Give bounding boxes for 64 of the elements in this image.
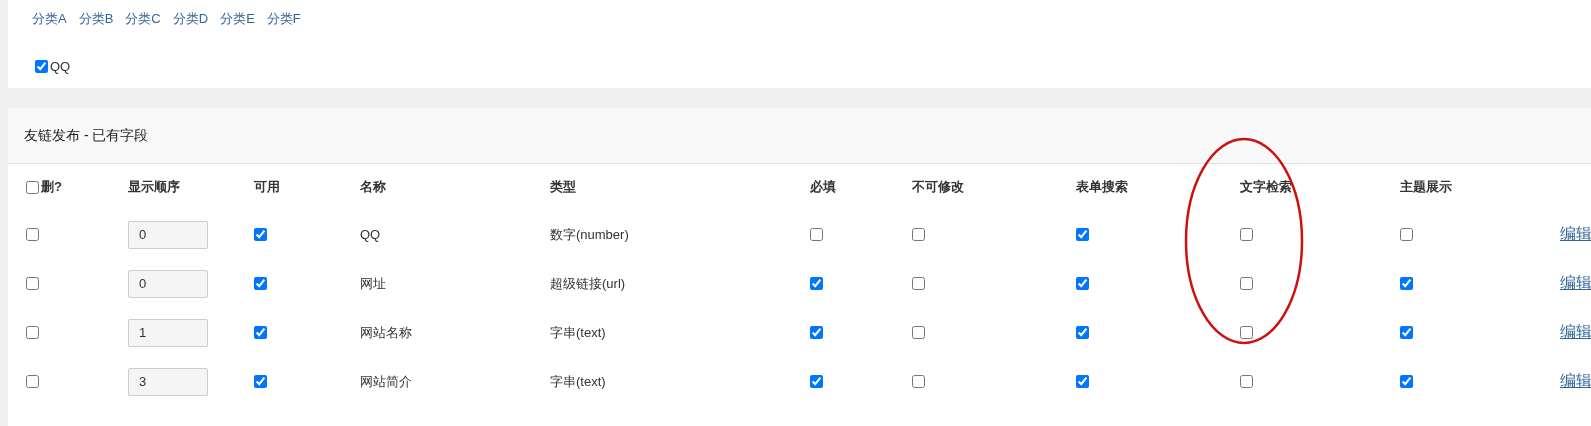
checkbox[interactable] <box>1076 326 1089 339</box>
table-cell: 字串(text) <box>550 308 810 357</box>
category-link[interactable]: 分类A <box>32 10 67 28</box>
table-cell: 网站名称 <box>360 308 550 357</box>
checkbox[interactable] <box>1240 375 1253 388</box>
column-header: 主题展示 <box>1400 179 1452 194</box>
table-cell: 超级链接(url) <box>550 259 810 308</box>
checkbox[interactable] <box>810 228 823 241</box>
checkbox[interactable] <box>1076 375 1089 388</box>
column-header: 表单搜索 <box>1076 179 1128 194</box>
checkbox-label: QQ <box>50 59 71 74</box>
edit-link[interactable]: 编辑 <box>1560 323 1591 340</box>
checkbox[interactable] <box>810 375 823 388</box>
table-cell: 网址 <box>360 259 550 308</box>
table-cell: QQ <box>360 210 550 259</box>
checkbox[interactable] <box>1076 277 1089 290</box>
category-link[interactable]: 分类C <box>125 10 161 28</box>
category-link[interactable]: 分类F <box>266 10 301 28</box>
panel-title: 友链发布 - 已有字段 <box>24 126 149 145</box>
column-header: 必填 <box>810 179 836 194</box>
checkbox[interactable] <box>912 326 925 339</box>
checkbox[interactable] <box>254 375 267 388</box>
column-header: 删? <box>41 178 62 196</box>
checkbox[interactable] <box>1076 228 1089 241</box>
order-input[interactable]: 0 <box>128 269 208 298</box>
table-cell: 网站简介 <box>360 357 550 406</box>
category-link[interactable]: 分类E <box>220 10 255 28</box>
checkbox[interactable] <box>1240 326 1253 339</box>
column-header: 显示顺序 <box>128 179 180 194</box>
edit-link[interactable]: 编辑 <box>1560 274 1591 291</box>
checkbox[interactable] <box>1400 228 1413 241</box>
checkbox[interactable] <box>810 277 823 290</box>
checkbox[interactable] <box>810 326 823 339</box>
column-header: 名称 <box>360 179 386 194</box>
checkbox[interactable] <box>1400 326 1413 339</box>
checkbox[interactable] <box>26 375 39 388</box>
edit-link[interactable]: 编辑 <box>1560 372 1591 389</box>
table-cell: 数字(number) <box>550 210 810 259</box>
checkbox[interactable] <box>26 277 39 290</box>
checkbox[interactable] <box>254 326 267 339</box>
order-input[interactable]: 1 <box>128 318 208 347</box>
checkbox[interactable] <box>26 228 39 241</box>
checkbox[interactable] <box>35 60 48 73</box>
checkbox[interactable] <box>912 228 925 241</box>
order-input[interactable]: 3 <box>128 367 208 396</box>
checkbox[interactable] <box>1240 277 1253 290</box>
column-header: 类型 <box>550 179 576 194</box>
checkbox[interactable] <box>254 277 267 290</box>
column-header: 文字检索 <box>1240 179 1292 194</box>
checkbox[interactable] <box>912 277 925 290</box>
order-input[interactable]: 0 <box>128 220 208 249</box>
category-link[interactable]: 分类D <box>172 10 209 28</box>
checkbox[interactable] <box>254 228 267 241</box>
checkbox[interactable] <box>1240 228 1253 241</box>
checkbox[interactable] <box>912 375 925 388</box>
checkbox[interactable] <box>1400 277 1413 290</box>
category-link[interactable]: 分类B <box>78 10 114 28</box>
table-cell: 字串(text) <box>550 357 810 406</box>
checkbox[interactable] <box>26 180 39 194</box>
column-header: 可用 <box>254 179 280 194</box>
edit-link[interactable]: 编辑 <box>1560 225 1591 242</box>
column-header: 不可修改 <box>912 179 964 194</box>
checkbox[interactable] <box>26 326 39 339</box>
checkbox[interactable] <box>1400 375 1413 388</box>
